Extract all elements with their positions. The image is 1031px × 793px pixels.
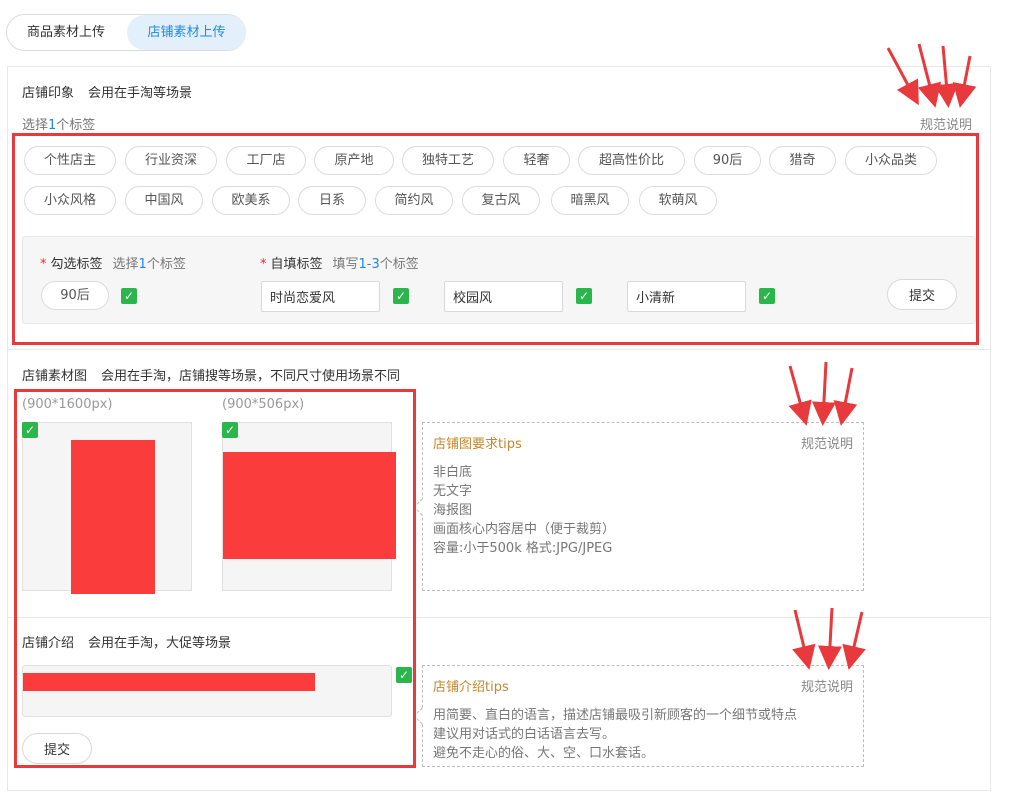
intro-spec-link[interactable]: 规范说明 [801,676,853,695]
material-tips-box: 店铺图要求tips 规范说明 非白底 无文字 海报图 画面核心内容居中（便于裁剪… [413,422,864,591]
annotation-highlight-box [12,133,979,345]
tips-line: 容量:小于500k 格式:JPG/JPEG [433,541,613,556]
material-spec-link[interactable]: 规范说明 [801,433,853,452]
material-desc: 会用在手淘，店铺搜等场景，不同尺寸使用场景不同 [101,369,401,384]
tips-line: 海报图 [433,503,473,518]
impression-heading: 店铺印象 会用在手淘等场景 [22,82,192,101]
hint-text: 选择 [22,118,49,133]
material-tips-title: 店铺图要求tips [433,437,522,452]
intro-tips-box: 店铺介绍tips 规范说明 用简要、直白的语言，描述店铺最吸引新顾客的一个细节或… [413,665,864,767]
hint-text: 个标签 [56,118,96,133]
section-divider [8,349,991,350]
impression-desc: 会用在手淘等场景 [88,86,193,101]
material-heading: 店铺素材图 会用在手淘，店铺搜等场景，不同尺寸使用场景不同 [22,365,400,384]
material-tabs: 商品素材上传 店铺素材上传 [6,14,246,51]
tips-line: 用简要、直白的语言，描述店铺最吸引新顾客的一个细节或特点 [433,708,798,723]
tab-product-material[interactable]: 商品素材上传 [7,15,125,50]
tab-store-material[interactable]: 店铺素材上传 [127,15,246,50]
annotation-highlight-box [14,389,416,768]
tips-line: 避免不走心的俗、大、空、口水套话。 [433,746,655,761]
impression-title: 店铺印象 [22,86,75,101]
material-title: 店铺素材图 [22,369,88,384]
tips-line: 无文字 [433,484,473,499]
impression-spec-link[interactable]: 规范说明 [920,114,972,133]
tips-line: 非白底 [433,465,473,480]
impression-select-hint: 选择1个标签 [22,114,95,133]
tips-line: 画面核心内容居中（便于裁剪） [433,522,616,537]
tips-line: 建议用对话式的白话语言去写。 [433,727,616,742]
intro-tips-title: 店铺介绍tips [433,680,509,695]
